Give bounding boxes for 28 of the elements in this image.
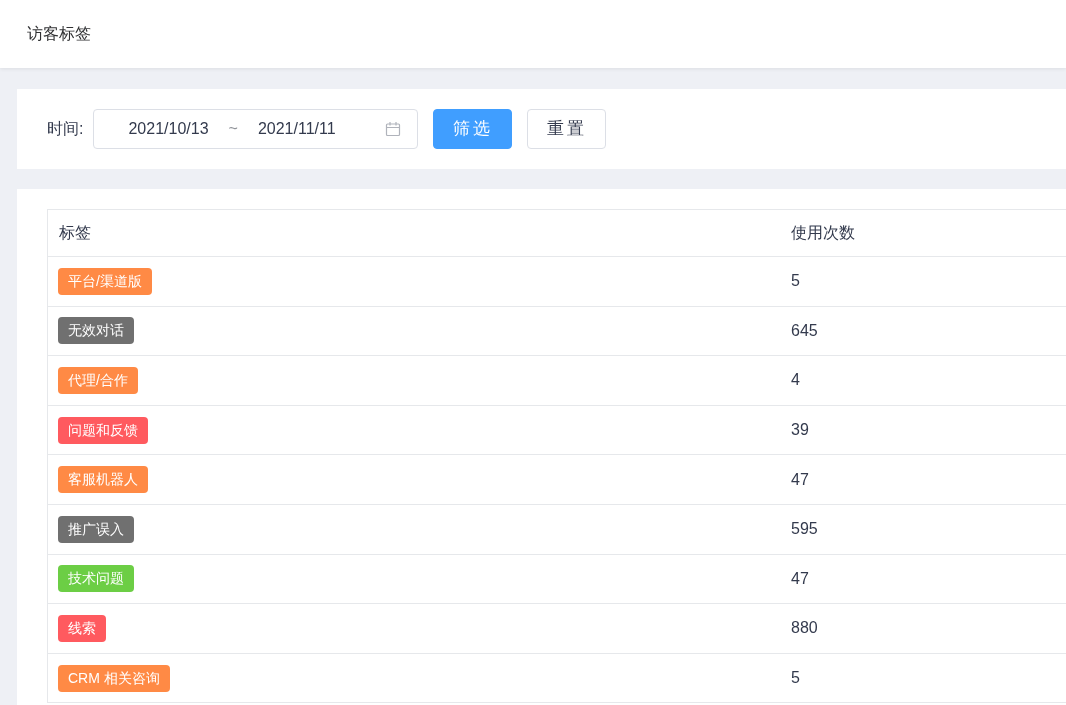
column-header: 使用次数 [791,223,855,243]
usage-count: 47 [791,568,809,589]
usage-count: 595 [791,519,818,540]
tag-label: 客服机器人 [58,466,148,494]
calendar-icon [385,121,402,137]
reset-button[interactable]: 重置 [527,109,607,149]
tag-label: 推广误入 [58,515,134,543]
usage-count: 5 [791,271,800,292]
start-date: 2021/10/13 [128,119,209,139]
tag-label: 代理/合作 [58,367,138,394]
tag-label: CRM 相关咨询 [58,664,170,692]
tag-label: 问题和反馈 [58,416,148,444]
time-label: 时间: [47,119,84,139]
usage-count: 39 [791,420,809,441]
range-separator: ~ [228,119,238,139]
usage-count: 5 [791,668,800,689]
page-title: 访客标签 [27,24,91,44]
column-header: 标签 [58,223,92,243]
tag-label: 技术问题 [58,565,134,593]
usage-count: 4 [791,370,800,391]
usage-count: 645 [791,320,818,341]
tag-label: 线索 [58,614,106,642]
date-range-field[interactable]: 2021/10/13 ~ 2021/11/11 [93,109,419,149]
end-date: 2021/11/11 [257,119,336,139]
tag-label: 无效对话 [58,317,134,345]
usage-count: 47 [791,469,809,490]
tag-label: 平台/渠道版 [58,267,152,295]
usage-count: 880 [791,618,818,639]
